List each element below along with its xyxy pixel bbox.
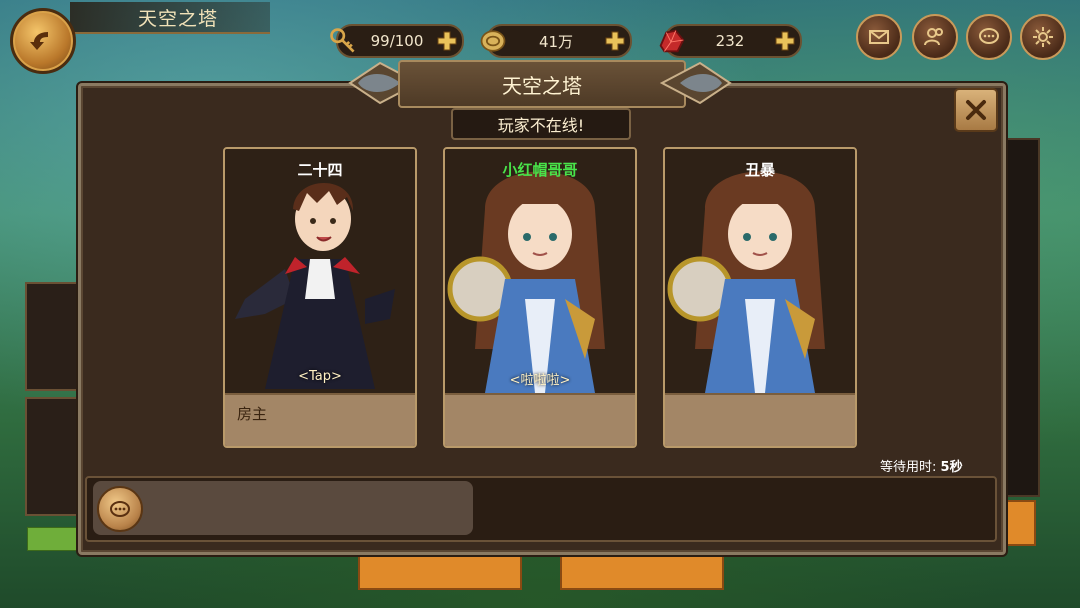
settings-button[interactable] xyxy=(1020,14,1066,60)
back-arrow-icon xyxy=(30,32,48,50)
add-coins-button[interactable] xyxy=(602,28,628,54)
chat-bubble-icon xyxy=(110,501,130,517)
resource-keys: 99/100 xyxy=(330,24,464,58)
player-card-3[interactable]: 丑暴 xyxy=(663,147,857,448)
screen-title: 天空之塔 xyxy=(138,8,219,30)
add-gems-button[interactable] xyxy=(772,28,798,54)
player-guild-tag: <啦啦啦> xyxy=(509,373,571,388)
resource-coins-value: 41万 xyxy=(538,32,574,51)
player-card-footer xyxy=(445,393,635,446)
screen-title-plate: 天空之塔 xyxy=(70,2,270,34)
chat-button[interactable] xyxy=(966,14,1012,60)
wait-time-value: 5秒 xyxy=(940,460,963,475)
resource-gems-value: 232 xyxy=(715,32,745,50)
mail-button[interactable] xyxy=(856,14,902,60)
player-name: 二十四 xyxy=(297,161,343,179)
underlying-tab xyxy=(27,527,85,551)
resource-gems: 232 xyxy=(659,24,802,58)
player-card-1[interactable]: 二十四 <Tap> 房主 xyxy=(223,147,417,448)
status-message: 玩家不在线! xyxy=(451,108,631,140)
player-card-footer xyxy=(665,393,855,446)
player-name: 丑暴 xyxy=(744,161,775,179)
mail-icon xyxy=(869,30,889,44)
friends-icon xyxy=(924,28,943,46)
player-guild-tag: <Tap> xyxy=(298,369,342,384)
resource-coins: 41万 xyxy=(480,24,632,58)
chat-send-button[interactable] xyxy=(97,486,143,532)
resource-keys-value: 99/100 xyxy=(370,32,424,50)
close-button[interactable] xyxy=(954,88,998,132)
coin-icon xyxy=(476,24,510,58)
wait-time: 等待用时: 5秒 xyxy=(880,456,963,475)
friends-button[interactable] xyxy=(912,14,958,60)
dialog-title-banner: 天空之塔 xyxy=(340,58,740,110)
plus-icon xyxy=(775,31,795,51)
player-card-2[interactable]: 小红帽哥哥 <啦啦啦> xyxy=(443,147,637,448)
wait-time-label: 等待用时: xyxy=(880,460,937,475)
plus-icon xyxy=(605,31,625,51)
settings-icon xyxy=(1033,27,1053,47)
avatar xyxy=(225,149,415,393)
plus-icon xyxy=(437,31,457,51)
player-card-footer: 房主 xyxy=(225,393,415,446)
back-button[interactable] xyxy=(10,8,76,74)
dialog-title: 天空之塔 xyxy=(398,60,686,108)
chat-input[interactable] xyxy=(93,481,473,535)
avatar xyxy=(445,149,635,393)
chat-icon xyxy=(979,28,999,44)
player-role: 房主 xyxy=(237,405,268,423)
player-name: 小红帽哥哥 xyxy=(502,161,578,179)
gem-icon xyxy=(654,24,688,58)
close-icon xyxy=(966,100,986,120)
key-icon xyxy=(326,24,360,58)
ornament-right-icon xyxy=(660,61,732,105)
avatar xyxy=(665,149,855,393)
add-keys-button[interactable] xyxy=(434,28,460,54)
